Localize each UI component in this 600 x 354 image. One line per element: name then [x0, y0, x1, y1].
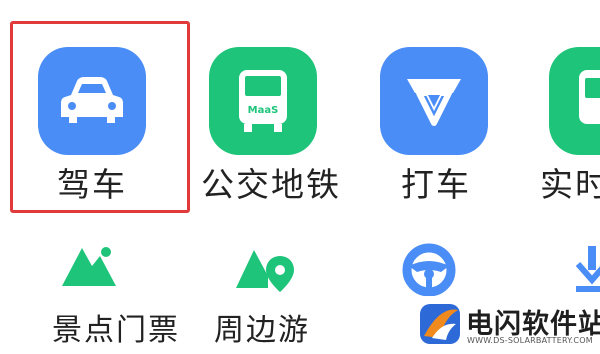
download-icon — [575, 246, 600, 292]
tile-driving-service[interactable] — [385, 240, 475, 300]
drive-app-icon — [38, 47, 146, 155]
realtime-label: 实时 — [540, 165, 600, 204]
watermark-url: WWW.DS-SOLARBATTERY.COM — [467, 336, 593, 345]
taxi-app-icon — [380, 47, 488, 155]
realtime-app-icon — [549, 47, 600, 155]
car-icon — [61, 77, 123, 123]
bus-icon: MaaS — [239, 70, 287, 132]
watermark: 电闪软件站 WWW.DS-SOLARBATTERY.COM — [410, 296, 600, 354]
tile-drive[interactable]: 驾车 — [10, 21, 190, 213]
tile-nearby-tour[interactable]: 周边游 — [210, 240, 330, 354]
nearby-tour-label: 周边游 — [214, 313, 310, 348]
steering-wheel-icon — [402, 243, 456, 297]
mountain-pin-icon — [236, 250, 294, 292]
taxi-logo-icon — [407, 79, 461, 126]
transit-app-icon: MaaS — [209, 47, 317, 155]
tile-scenic-tickets[interactable]: 景点门票 — [50, 240, 180, 354]
tile-realtime[interactable]: 实时 — [535, 21, 600, 213]
tile-download[interactable] — [560, 240, 600, 300]
ds-logo-icon — [420, 304, 460, 344]
maas-badge: MaaS — [248, 105, 279, 116]
drive-label: 驾车 — [57, 165, 127, 204]
tile-transit[interactable]: MaaS 公交地铁 — [195, 21, 339, 213]
scenic-tickets-label: 景点门票 — [52, 313, 180, 348]
mountain-icon — [62, 247, 116, 286]
realtime-bus-icon — [579, 70, 600, 124]
taxi-label: 打车 — [401, 165, 471, 204]
tile-taxi[interactable]: 打车 — [365, 21, 505, 213]
transit-label: 公交地铁 — [201, 165, 341, 204]
